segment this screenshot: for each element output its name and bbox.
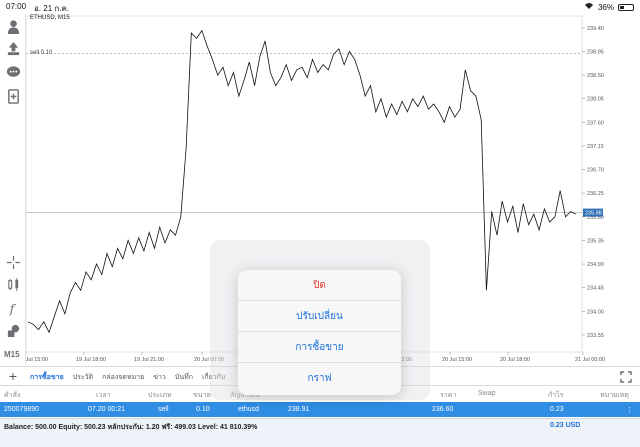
indicator-icon[interactable] bbox=[5, 276, 21, 292]
add-button[interactable]: + bbox=[6, 369, 20, 383]
col-price: ราคา bbox=[440, 392, 457, 399]
row-profit: 0.23 bbox=[550, 406, 564, 413]
y-tick-label: 238.05 bbox=[587, 97, 604, 103]
col-swap: Swap bbox=[478, 390, 496, 397]
battery-icon bbox=[618, 3, 634, 11]
col-profit: กำไร bbox=[548, 392, 564, 399]
sell-order-label: sell 0.10 bbox=[30, 50, 53, 56]
x-tick-label: 19 Jul 15:00 bbox=[26, 357, 48, 363]
col-type: ประเภท bbox=[148, 392, 172, 399]
y-tick-label: 237.15 bbox=[587, 144, 604, 150]
tab-0[interactable]: การซื้อขาย bbox=[30, 372, 64, 383]
y-tick-label: 236.25 bbox=[587, 191, 604, 197]
chart-button[interactable]: กราฟ bbox=[238, 363, 401, 394]
timeframe-label[interactable]: M15 bbox=[4, 350, 20, 359]
balance-text: Balance: 500.00 Equity: 500.23 หลักประกั… bbox=[4, 424, 258, 431]
position-row[interactable]: 250079890 07.20 00:21 sell 0.10 ethusd 2… bbox=[0, 402, 640, 417]
col-comment: หมายเหตุ bbox=[600, 392, 629, 399]
tab-2[interactable]: กล่องจดหมาย bbox=[102, 372, 144, 383]
left-toolbar: f M15 bbox=[0, 14, 26, 366]
function-icon[interactable]: f bbox=[5, 300, 21, 316]
row-order: 250079890 bbox=[4, 406, 40, 413]
x-tick-label: 21 Jul 00:00 bbox=[575, 357, 605, 363]
row-symbol: ethusd bbox=[238, 406, 260, 413]
row-open-price: 238.91 bbox=[288, 406, 310, 413]
objects-icon[interactable] bbox=[5, 322, 21, 338]
x-tick-label: 19 Jul 21:00 bbox=[134, 357, 164, 363]
y-tick-label: 235.35 bbox=[587, 238, 604, 244]
tab-4[interactable]: บันทึก bbox=[175, 372, 193, 383]
status-right: 36% bbox=[584, 2, 634, 12]
status-bar: 07:00 อ. 21 ก.ค. 36% bbox=[0, 0, 640, 14]
x-tick-label: 19 Jul 18:00 bbox=[76, 357, 106, 363]
row-current-price: 236.60 bbox=[432, 406, 454, 413]
y-tick-label: 234.00 bbox=[587, 309, 604, 315]
row-menu-icon[interactable]: ⋮ bbox=[626, 406, 633, 414]
add-document-icon[interactable] bbox=[5, 88, 21, 104]
trade-icon[interactable] bbox=[5, 40, 21, 56]
tab-list: การซื้อขาย ประวัติ กล่องจดหมาย ข่าว บันทึก เก… bbox=[30, 372, 225, 383]
context-menu: ปิด ปรับเปลี่ยน การซื้อขาย กราฟ bbox=[238, 270, 401, 395]
x-tick-label: 20 Jul 18:00 bbox=[500, 357, 530, 363]
current-price-label: 235.88 bbox=[585, 211, 602, 217]
col-time: เวลา bbox=[96, 392, 111, 399]
y-tick-label: 237.60 bbox=[587, 120, 604, 126]
col-order: คำสั่ง bbox=[4, 392, 21, 399]
row-time: 07.20 00:21 bbox=[88, 406, 125, 413]
crosshair-icon[interactable] bbox=[5, 254, 21, 270]
close-position-button[interactable]: ปิด bbox=[238, 270, 401, 301]
expand-icon[interactable] bbox=[620, 370, 632, 383]
x-tick-label: 20 Jul 15:00 bbox=[442, 357, 472, 363]
status-time: 07:00 bbox=[6, 2, 27, 11]
y-tick-label: 233.55 bbox=[587, 333, 604, 339]
tab-1[interactable]: ประวัติ bbox=[73, 372, 93, 383]
balance-bar: Balance: 500.00 Equity: 500.23 หลักประกั… bbox=[0, 418, 640, 447]
y-tick-label: 239.40 bbox=[587, 26, 604, 32]
person-icon[interactable] bbox=[5, 18, 21, 34]
y-tick-label: 238.95 bbox=[587, 49, 604, 55]
modify-position-button[interactable]: ปรับเปลี่ยน bbox=[238, 301, 401, 332]
trade-button[interactable]: การซื้อขาย bbox=[238, 332, 401, 363]
y-tick-label: 236.70 bbox=[587, 168, 604, 174]
y-tick-label: 238.50 bbox=[587, 73, 604, 79]
y-tick-label: 234.45 bbox=[587, 286, 604, 292]
profit-total: 0.23 USD bbox=[550, 422, 581, 429]
tab-3[interactable]: ข่าว bbox=[153, 372, 166, 383]
y-tick-label: 234.90 bbox=[587, 262, 604, 268]
row-type: sell bbox=[158, 406, 169, 413]
wifi-icon bbox=[584, 2, 594, 12]
col-size: ขนาด bbox=[193, 392, 212, 399]
chart-symbol-label: ETHUSD, M15 bbox=[30, 15, 70, 21]
row-size: 0.10 bbox=[196, 406, 210, 413]
svg-text:f: f bbox=[8, 302, 16, 316]
chat-icon[interactable] bbox=[5, 64, 21, 80]
battery-percent: 36% bbox=[597, 2, 614, 12]
